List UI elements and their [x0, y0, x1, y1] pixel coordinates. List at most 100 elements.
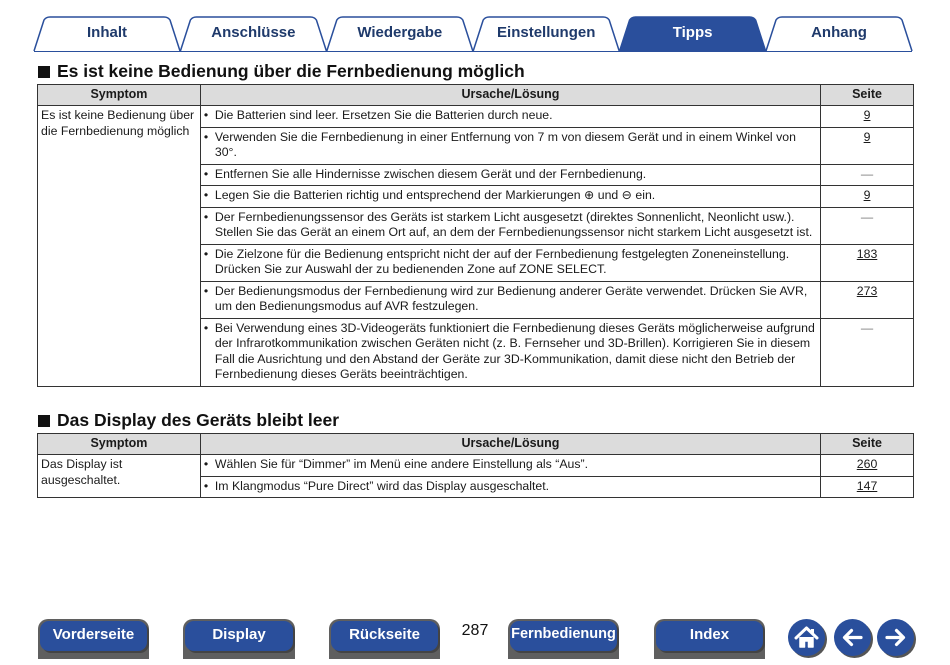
cause-text: Der Fernbedienungssensor des Geräts ist … [214, 209, 813, 240]
bullet-icon: • [203, 283, 209, 298]
table-header-row: Symptom Ursache/Lösung Seite [37, 84, 914, 106]
chapter-tabs: Inhalt Anschlüsse Wiedergabe Einstellungen T… [33, 16, 913, 52]
cause-text: Bei Verwendung eines 3D-Videogeräts funk… [214, 320, 815, 382]
no-page-dash: — [860, 320, 874, 335]
cause-cell: • Die Batterien sind leer. Ersetzen Sie d… [199, 105, 822, 128]
section-title-display: Das Display des Geräts bleibt leer [38, 410, 339, 431]
table-row: Das Display ist ausgeschaltet. • Wählen Si… [37, 454, 914, 498]
bullet-icon: • [203, 209, 209, 224]
cause-cell: • Die Zielzone für die Bedienung entspric… [199, 243, 822, 282]
bullet-icon: • [203, 108, 209, 122]
section-title-text: Es ist keine Bedienung über die Fernbedi… [57, 61, 525, 81]
list-item: • Der Bedienungsmodus der Fernbedienung w… [204, 284, 817, 315]
nav-button-label: Rückseite [349, 626, 420, 643]
page-cell: — [820, 206, 914, 245]
page-cell: 260 [820, 454, 914, 477]
list-item: • Verwenden Sie die Fernbedienung in eine… [204, 130, 817, 161]
nav-button-label: Display [212, 626, 266, 643]
no-page-dash: — [860, 166, 874, 181]
page-cell: 9 [820, 185, 914, 208]
cause-cell: • Der Bedienungsmodus der Fernbedienung w… [199, 280, 822, 319]
page-cell: — [820, 317, 914, 387]
cause-cell: • Der Fernbedienungssensor des Geräts ist… [199, 206, 822, 245]
tab-einstellungen[interactable]: Einstellungen [473, 24, 619, 41]
bullet-icon: • [203, 457, 209, 471]
nav-button-display[interactable]: Display [183, 619, 295, 659]
nav-button-label: Index [689, 626, 730, 643]
page-number: 287 [461, 622, 489, 639]
table-header-row: Symptom Ursache/Lösung Seite [37, 433, 914, 455]
arrow-left-icon [842, 628, 863, 647]
nav-button-label: Vorderseite [52, 626, 135, 643]
header-cause: Ursache/Lösung [199, 433, 822, 455]
tab-inhalt[interactable]: Inhalt [34, 24, 180, 41]
cause-text: Entfernen Sie alle Hindernisse zwischen … [214, 166, 647, 181]
page-cell: 273 [820, 280, 914, 319]
list-item: • Legen Sie die Batterien richtig und ent… [204, 188, 817, 204]
bullet-icon: • [203, 320, 209, 335]
nav-button-fernbedienung[interactable]: Fernbedienung [508, 619, 619, 659]
list-item: • Entfernen Sie alle Hindernisse zwischen… [204, 167, 817, 183]
tab-wiedergabe[interactable]: Wiedergabe [327, 24, 473, 41]
bullet-icon: • [203, 478, 209, 493]
cause-text: Verwenden Sie die Fernbedienung in einer… [214, 129, 796, 160]
list-item: • Der Fernbedienungssensor des Geräts ist… [204, 210, 817, 241]
nav-button-vorderseite[interactable]: Vorderseite [38, 619, 149, 659]
page-cell: 9 [820, 105, 914, 128]
bullet-icon: • [203, 188, 209, 202]
header-symptom: Symptom [37, 433, 201, 455]
cause-text: Die Batterien sind leer. Ersetzen Sie di… [214, 108, 553, 122]
bullet-icon: • [203, 166, 209, 181]
tab-tipps[interactable]: Tipps [620, 24, 766, 41]
arrow-right-icon [885, 628, 906, 647]
cause-text: Legen Sie die Batterien richtig und ents… [214, 188, 656, 202]
header-page: Seite [820, 84, 914, 106]
cause-cell: • Wählen Sie für “Dimmer” im Menü eine an… [199, 454, 822, 477]
back-button[interactable] [834, 619, 871, 656]
symptom-cell: Es ist keine Bedienung über die Fernbedi… [37, 105, 201, 387]
page-cell: 9 [820, 126, 914, 165]
page-link[interactable]: 147 [857, 479, 878, 493]
table-display: Symptom Ursache/Lösung Seite Das Display… [37, 433, 914, 498]
symptom-cell: Das Display ist ausgeschaltet. [37, 454, 201, 498]
page-link[interactable]: 183 [857, 247, 878, 261]
cause-text: Die Zielzone für die Bedienung entsprich… [214, 246, 790, 277]
bullet-icon: • [203, 246, 209, 261]
page-cell: 147 [820, 475, 914, 498]
page-link[interactable]: 9 [864, 108, 871, 122]
header-symptom: Symptom [37, 84, 201, 106]
cause-cell: • Entfernen Sie alle Hindernisse zwischen… [199, 163, 822, 186]
section-square-icon [38, 414, 50, 427]
cause-text: Der Bedienungsmodus der Fernbedienung wi… [214, 283, 808, 314]
list-item: • Im Klangmodus “Pure Direct” wird das Di… [204, 479, 817, 495]
home-button[interactable] [788, 619, 825, 656]
tab-anhang[interactable]: Anhang [766, 24, 912, 41]
cause-cell: • Legen Sie die Batterien richtig und ent… [199, 185, 822, 208]
section-title-text: Das Display des Geräts bleibt leer [57, 410, 340, 430]
table-row: Es ist keine Bedienung über die Fernbedi… [37, 105, 914, 387]
cause-cell: • Im Klangmodus “Pure Direct” wird das Di… [199, 475, 822, 498]
cause-cell: • Bei Verwendung eines 3D-Videogeräts fun… [199, 317, 822, 387]
page-link[interactable]: 260 [857, 457, 878, 471]
page-cell: 183 [820, 243, 914, 282]
forward-button[interactable] [877, 619, 914, 656]
nav-button-index[interactable]: Index [654, 619, 765, 659]
section-title-remote: Es ist keine Bedienung über die Fernbedi… [38, 61, 525, 82]
home-icon [794, 626, 819, 648]
page-link[interactable]: 9 [864, 188, 871, 202]
page-link[interactable]: 273 [857, 284, 878, 298]
list-item: • Bei Verwendung eines 3D-Videogeräts fun… [204, 321, 817, 383]
cause-text: Im Klangmodus “Pure Direct” wird das Dis… [214, 478, 550, 493]
nav-button-label: Fernbedienung [511, 626, 616, 642]
section-square-icon [38, 65, 50, 78]
tab-anschluesse[interactable]: Anschlüsse [180, 24, 326, 41]
no-page-dash: — [860, 209, 874, 224]
list-item: • Die Batterien sind leer. Ersetzen Sie d… [204, 108, 817, 124]
nav-button-rueckseite[interactable]: Rückseite [329, 619, 440, 659]
page-link[interactable]: 9 [864, 130, 871, 144]
table-remote: Symptom Ursache/Lösung Seite Es ist kein… [37, 84, 914, 387]
list-item: • Wählen Sie für “Dimmer” im Menü eine an… [204, 457, 817, 473]
header-page: Seite [820, 433, 914, 455]
cause-cell: • Verwenden Sie die Fernbedienung in eine… [199, 126, 822, 165]
list-item: • Die Zielzone für die Bedienung entspric… [204, 247, 817, 278]
